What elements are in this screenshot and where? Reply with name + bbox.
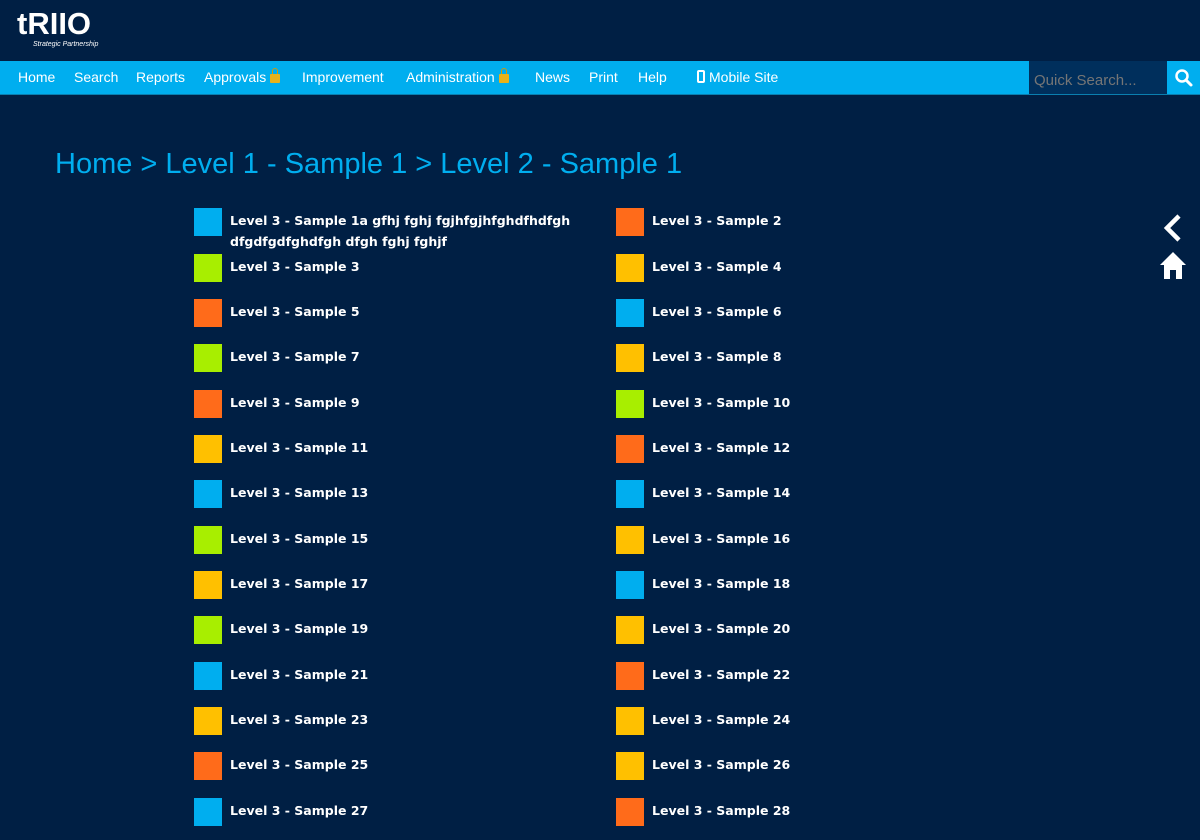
list-item-label: Level 3 - Sample 28 — [652, 803, 791, 818]
breadcrumb-separator: > — [415, 148, 433, 180]
nav-news[interactable]: News — [535, 69, 570, 85]
list-item-label: Level 3 - Sample 24 — [652, 712, 791, 727]
nav-print-label: Print — [589, 69, 618, 85]
color-swatch — [616, 752, 644, 780]
list-item-label: Level 3 - Sample 3 — [230, 259, 360, 274]
color-swatch — [616, 616, 644, 644]
list-item-label: Level 3 - Sample 18 — [652, 576, 791, 591]
list-item-label: Level 3 - Sample 1a gfhj fghj fgjhfgjhfg… — [230, 213, 571, 249]
color-swatch — [616, 435, 644, 463]
breadcrumb-home[interactable]: Home — [55, 148, 132, 180]
list-item-label: Level 3 - Sample 7 — [230, 349, 360, 364]
nav-administration-label: Administration — [406, 69, 495, 85]
list-item-label: Level 3 - Sample 9 — [230, 395, 360, 410]
nav-home[interactable]: Home — [18, 69, 55, 85]
list-item-label: Level 3 - Sample 2 — [652, 213, 782, 228]
lock-icon — [270, 68, 281, 83]
nav-bar: Home Search Reports Approvals Improvemen… — [0, 61, 1200, 95]
back-button[interactable] — [1159, 212, 1187, 244]
color-swatch — [194, 798, 222, 826]
nav-improvement[interactable]: Improvement — [302, 69, 384, 85]
nav-administration[interactable]: Administration — [406, 68, 509, 85]
nav-improvement-label: Improvement — [302, 69, 384, 85]
nav-search[interactable]: Search — [74, 69, 118, 85]
list-item-label: Level 3 - Sample 5 — [230, 304, 360, 319]
color-swatch — [616, 208, 644, 236]
color-swatch — [194, 299, 222, 327]
logo[interactable]: tRIIO Strategic Partnership — [17, 6, 99, 54]
list-item-label: Level 3 - Sample 23 — [230, 712, 369, 727]
breadcrumb-separator: > — [140, 148, 158, 180]
color-swatch — [616, 344, 644, 372]
nav-mobile-site[interactable]: Mobile Site — [697, 69, 778, 85]
header: tRIIO Strategic Partnership — [0, 0, 1200, 62]
search-button[interactable] — [1167, 61, 1200, 94]
logo-text: tRIIO — [17, 6, 92, 41]
list-item-label: Level 3 - Sample 10 — [652, 395, 791, 410]
color-swatch — [616, 254, 644, 282]
color-swatch — [194, 254, 222, 282]
search-icon — [1175, 69, 1193, 87]
color-swatch — [194, 752, 222, 780]
color-swatch — [194, 480, 222, 508]
color-swatch — [616, 798, 644, 826]
quick-search-input[interactable] — [1029, 61, 1167, 94]
breadcrumb-level-2: Level 2 - Sample 1 — [440, 148, 683, 180]
color-swatch — [194, 707, 222, 735]
nav-print[interactable]: Print — [589, 69, 618, 85]
nav-help[interactable]: Help — [638, 69, 667, 85]
home-button[interactable] — [1158, 250, 1188, 280]
list-item-label: Level 3 - Sample 6 — [652, 304, 782, 319]
color-swatch — [194, 616, 222, 644]
mobile-phone-icon — [697, 70, 705, 83]
list-item-label: Level 3 - Sample 25 — [230, 757, 369, 772]
color-swatch — [616, 480, 644, 508]
list-item-label: Level 3 - Sample 27 — [230, 803, 369, 818]
color-swatch — [194, 344, 222, 372]
list-item-label: Level 3 - Sample 22 — [652, 667, 791, 682]
breadcrumb: Home > Level 1 - Sample 1 > Level 2 - Sa… — [55, 148, 682, 181]
color-swatch — [616, 390, 644, 418]
list-item-label: Level 3 - Sample 19 — [230, 621, 369, 636]
color-swatch — [194, 390, 222, 418]
color-swatch — [194, 435, 222, 463]
color-swatch — [616, 707, 644, 735]
list-item-label: Level 3 - Sample 16 — [652, 531, 791, 546]
nav-reports[interactable]: Reports — [136, 69, 185, 85]
nav-mobile-site-label: Mobile Site — [709, 69, 779, 85]
chevron-left-icon — [1163, 214, 1181, 242]
breadcrumb-level-1[interactable]: Level 1 - Sample 1 — [165, 148, 407, 180]
nav-news-label: News — [535, 69, 571, 85]
color-swatch — [194, 208, 222, 236]
list-item-label: Level 3 - Sample 15 — [230, 531, 369, 546]
list-item-label: Level 3 - Sample 13 — [230, 485, 369, 500]
home-icon — [1160, 252, 1186, 279]
list-item-label: Level 3 - Sample 21 — [230, 667, 369, 682]
logo-tagline: Strategic Partnership — [33, 41, 99, 48]
nav-reports-label: Reports — [136, 69, 186, 85]
list-item-label: Level 3 - Sample 26 — [652, 757, 791, 772]
color-swatch — [194, 526, 222, 554]
nav-approvals[interactable]: Approvals — [204, 68, 281, 85]
list-item-label: Level 3 - Sample 11 — [230, 440, 369, 455]
list-item-label: Level 3 - Sample 14 — [652, 485, 791, 500]
nav-help-label: Help — [638, 69, 667, 85]
lock-icon — [498, 68, 509, 83]
color-swatch — [194, 662, 222, 690]
color-swatch — [616, 662, 644, 690]
nav-approvals-label: Approvals — [204, 69, 267, 85]
nav-search-label: Search — [74, 69, 119, 85]
list-item-label: Level 3 - Sample 8 — [652, 349, 782, 364]
color-swatch — [194, 571, 222, 599]
list-item-label: Level 3 - Sample 20 — [652, 621, 791, 636]
list-item-label: Level 3 - Sample 17 — [230, 576, 369, 591]
nav-home-label: Home — [18, 69, 56, 85]
color-swatch — [616, 526, 644, 554]
color-swatch — [616, 571, 644, 599]
list-item-label: Level 3 - Sample 4 — [652, 259, 782, 274]
list-item-label: Level 3 - Sample 12 — [652, 440, 791, 455]
color-swatch — [616, 299, 644, 327]
